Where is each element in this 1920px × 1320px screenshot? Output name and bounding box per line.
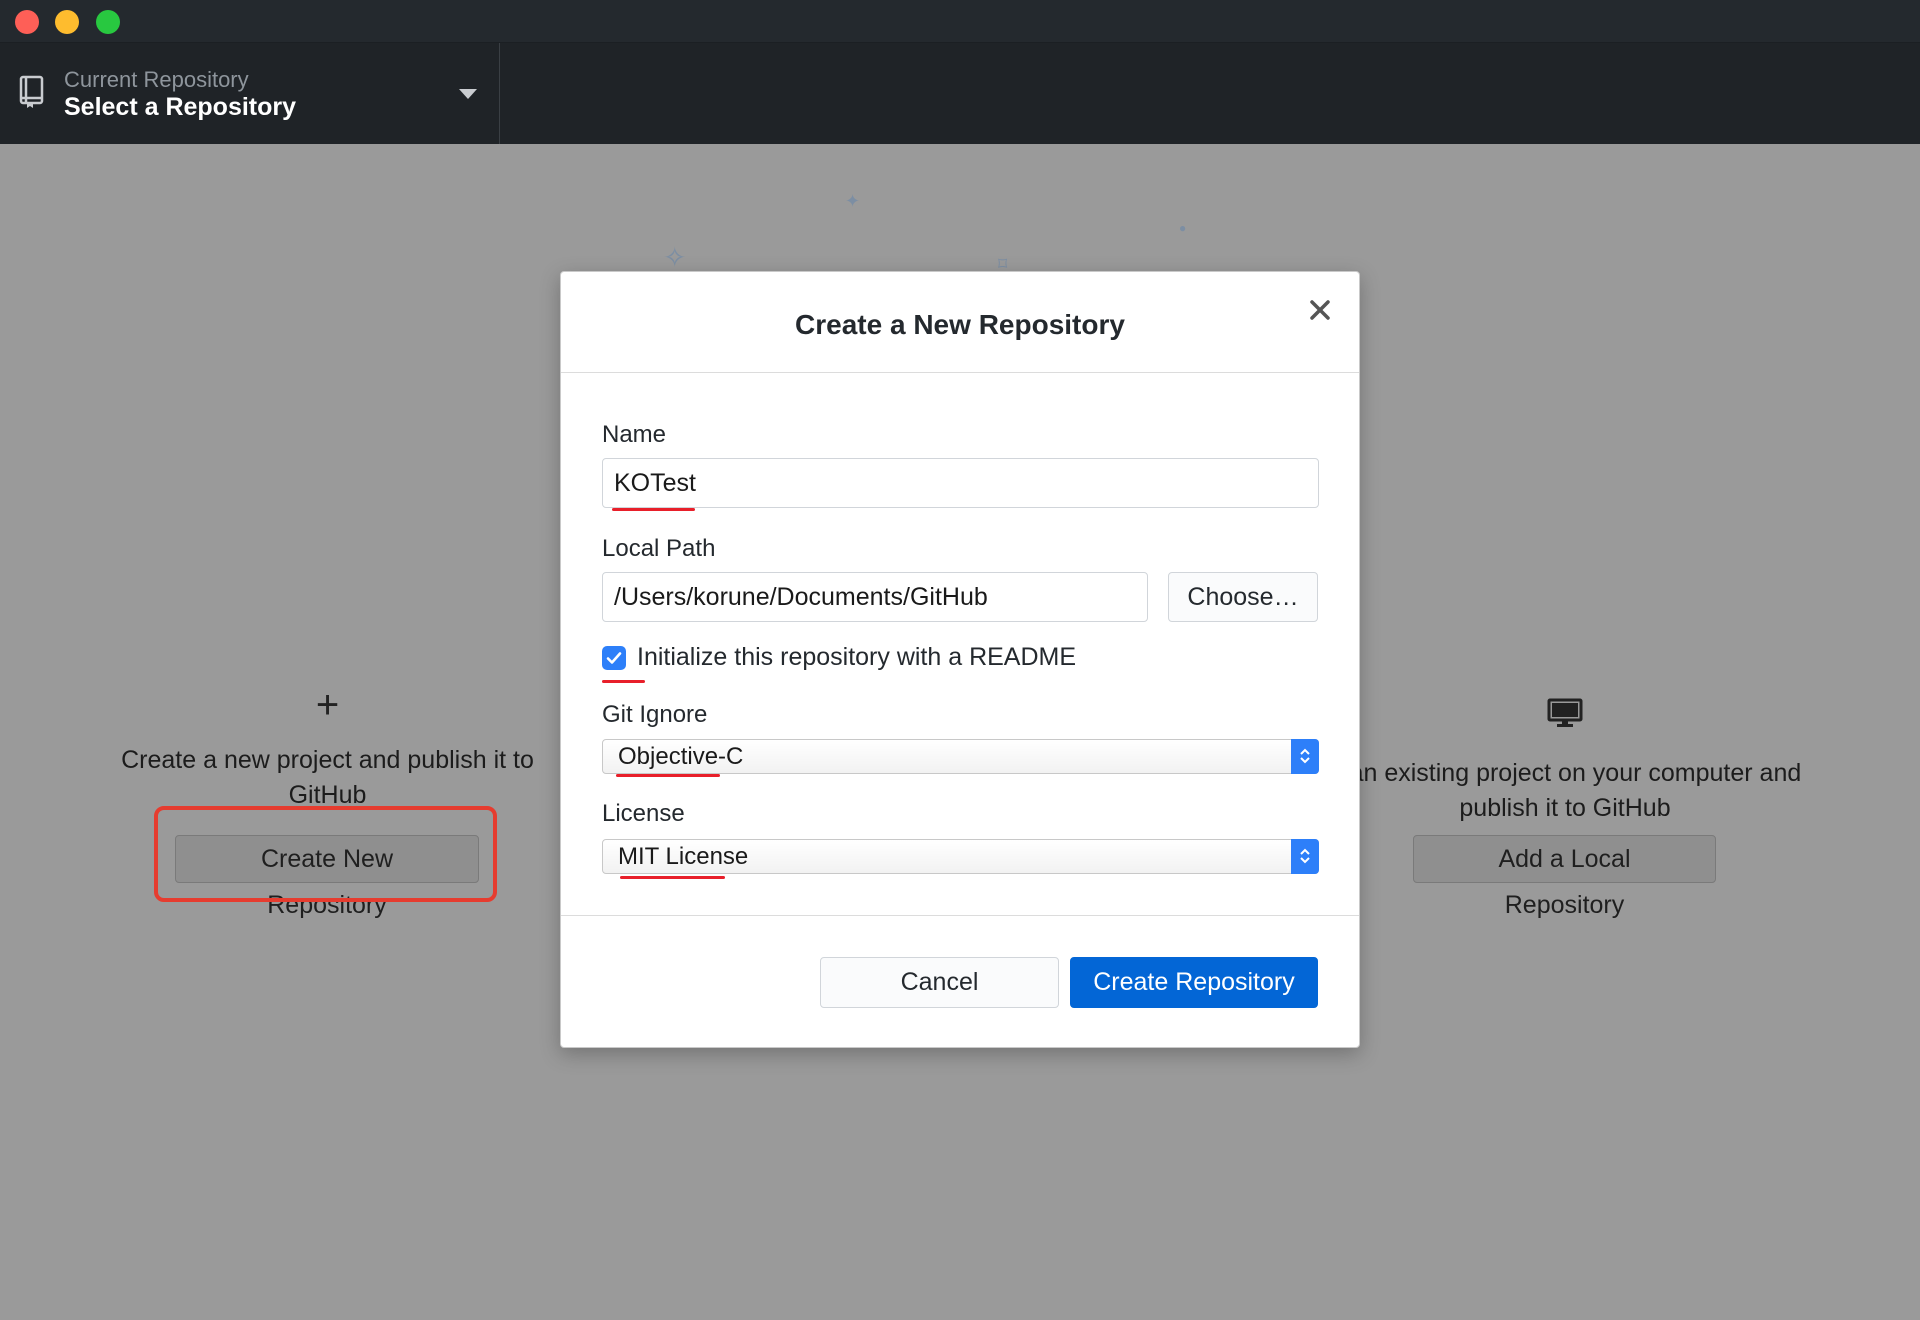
git-ignore-value: Objective-C <box>618 743 744 770</box>
plus-icon: + <box>315 683 340 727</box>
add-local-panel: d an existing project on your computer a… <box>1310 685 1820 826</box>
readme-checkbox-label[interactable]: Initialize this repository with a README <box>637 643 1076 672</box>
maximize-window-button[interactable] <box>96 10 120 34</box>
license-select[interactable]: MIT License <box>602 839 1319 874</box>
app-window: Current Repository Select a Repository ✦… <box>0 0 1920 1320</box>
close-icon[interactable] <box>1305 295 1335 325</box>
chevron-down-icon <box>459 89 477 99</box>
minimize-window-button[interactable] <box>55 10 79 34</box>
readme-checkbox[interactable] <box>602 646 626 670</box>
name-input[interactable] <box>602 458 1319 508</box>
license-value: MIT License <box>618 843 749 870</box>
create-repository-button[interactable]: Create Repository <box>1070 957 1318 1008</box>
dialog-title: Create a New Repository <box>795 309 1125 340</box>
sparkle-icon: ✦ <box>845 191 861 211</box>
annotation-underline <box>612 508 695 511</box>
annotation-underline <box>602 680 645 683</box>
dialog-header: Create a New Repository <box>561 272 1359 373</box>
dialog-body: Name Local Path Choose… Initialize this … <box>561 373 1359 916</box>
local-path-input[interactable] <box>602 572 1148 622</box>
name-label: Name <box>602 421 667 448</box>
create-new-description: Create a new project and publish it to G… <box>121 746 534 809</box>
choose-path-button[interactable]: Choose… <box>1168 572 1318 622</box>
stepper-icon <box>1291 839 1319 874</box>
toolbar: Current Repository Select a Repository <box>0 43 1920 144</box>
current-repository-dropdown[interactable]: Current Repository Select a Repository <box>0 43 500 144</box>
title-bar <box>0 0 1920 43</box>
desktop-icon <box>1547 698 1583 727</box>
dot-icon: ● <box>1179 221 1187 235</box>
create-new-repository-button[interactable]: Create New Repository <box>175 835 479 919</box>
local-path-label: Local Path <box>602 535 716 562</box>
annotation-underline <box>616 774 720 777</box>
git-ignore-label: Git Ignore <box>602 701 708 728</box>
create-new-panel: + Create a new project and publish it to… <box>110 685 545 813</box>
close-window-button[interactable] <box>15 10 39 34</box>
current-repository-caption: Current Repository <box>64 67 249 92</box>
stepper-icon <box>1291 739 1319 774</box>
checkmark-icon <box>606 652 622 664</box>
repo-icon <box>19 75 44 108</box>
cancel-button[interactable]: Cancel <box>820 957 1059 1008</box>
annotation-underline <box>620 876 725 879</box>
create-repository-dialog: Create a New Repository Name Local Path … <box>560 271 1360 1048</box>
sparkle-outline-icon: ✧ <box>663 242 687 273</box>
license-label: License <box>602 800 685 827</box>
git-ignore-select[interactable]: Objective-C <box>602 739 1319 774</box>
add-local-repository-button[interactable]: Add a Local Repository <box>1413 835 1716 919</box>
add-local-description: d an existing project on your computer a… <box>1328 759 1802 822</box>
current-repository-title: Select a Repository <box>64 93 297 121</box>
